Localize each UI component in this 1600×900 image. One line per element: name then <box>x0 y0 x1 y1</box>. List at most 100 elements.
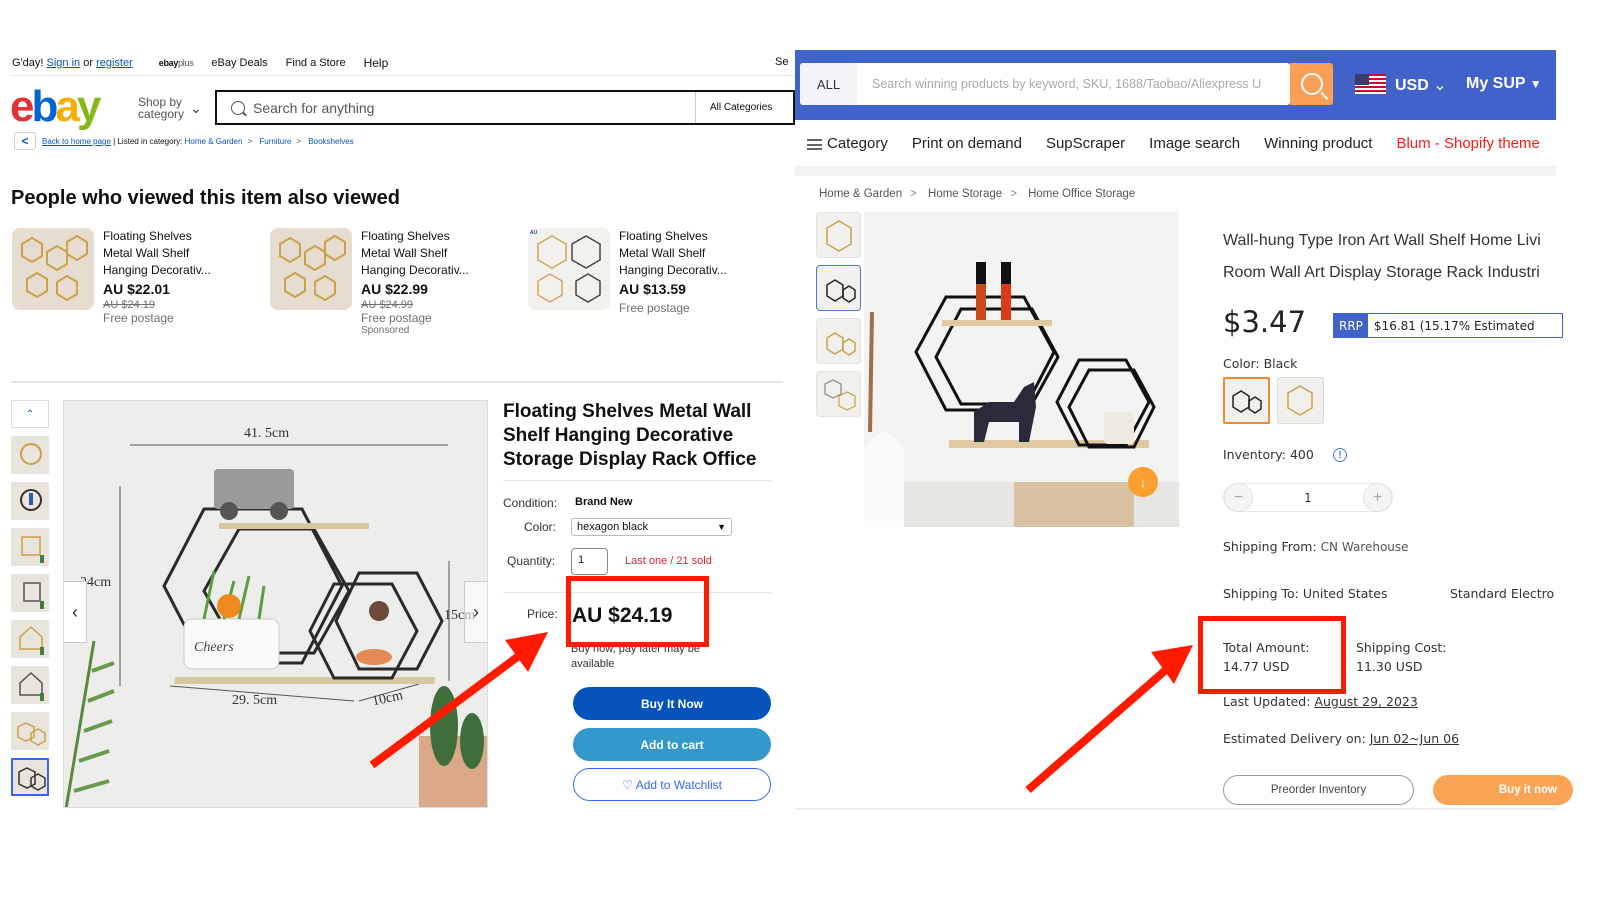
currency-select[interactable]: USD ⌄ <box>1395 75 1447 95</box>
item-original-price: AU $24.99 <box>361 299 413 311</box>
caret-down-icon: ▼ <box>1529 77 1542 91</box>
us-flag-icon[interactable] <box>1355 74 1386 94</box>
supplier-search-input[interactable]: Search winning products by keyword, SKU,… <box>857 63 1290 105</box>
add-to-cart-button[interactable]: Add to cart <box>573 728 771 761</box>
item-title-line[interactable]: Floating Shelves <box>103 228 253 245</box>
shop-by-category-button[interactable]: Shop by category <box>138 96 184 120</box>
color-select-value: hexagon black <box>577 521 648 533</box>
ebay-plus-a: ebay <box>158 58 179 68</box>
product-main-image[interactable]: Cheers 41. 5cm 24cm 15cm 29. 5cm 10cm ‹ … <box>63 400 488 808</box>
item-title-line[interactable]: Hanging Decorativ... <box>103 262 253 279</box>
hexagon-shelf-photo: Cheers 41. 5cm 24cm 15cm 29. 5cm 10cm <box>64 401 487 807</box>
back-button[interactable]: < <box>14 132 36 150</box>
info-icon[interactable]: ! <box>1333 448 1347 462</box>
gallery-thumbnail-selected[interactable] <box>816 265 861 311</box>
item-title-line[interactable]: Metal Wall Shelf <box>361 245 511 262</box>
item-original-price: AU $24.19 <box>103 299 155 311</box>
color-label: Color: Black <box>1223 356 1298 371</box>
thumbnail-image <box>826 220 852 252</box>
chevron-right-icon: > <box>296 137 302 146</box>
preorder-inventory-button[interactable]: Preorder Inventory <box>1223 775 1414 805</box>
gallery-thumbnail[interactable] <box>816 371 861 417</box>
sign-in-link[interactable]: Sign in <box>47 57 81 69</box>
ebay-logo[interactable]: ebay <box>10 84 101 130</box>
breadcrumb-item[interactable]: Home & Garden <box>819 188 902 200</box>
buy-it-now-button[interactable]: Buy It Now <box>573 687 771 720</box>
hexagon-shelves-image <box>270 228 352 310</box>
nav-supscraper[interactable]: SupScraper <box>1046 135 1125 152</box>
register-link[interactable]: register <box>96 57 133 69</box>
recommended-item-image[interactable]: AU <box>528 228 610 310</box>
search-input[interactable]: Search for anything <box>253 100 695 116</box>
nav-label: Category <box>827 135 888 152</box>
quantity-stepper: − 1 + <box>1223 483 1393 512</box>
buy-it-now-button[interactable]: Buy it now <box>1433 775 1573 805</box>
gallery-thumbnail[interactable] <box>11 574 49 612</box>
sell-link-cut[interactable]: Se <box>775 56 788 68</box>
breadcrumb-item[interactable]: Furniture <box>259 137 291 146</box>
gallery-thumbnail[interactable] <box>11 436 49 474</box>
sponsored-label: Sponsored <box>361 325 410 336</box>
chevron-down-icon[interactable]: ⌄ <box>190 100 202 117</box>
item-title-line[interactable]: Hanging Decorativ... <box>619 262 769 279</box>
category-select[interactable]: All Categories <box>695 92 793 123</box>
gallery-thumbnail[interactable] <box>11 528 49 566</box>
gallery-thumbnail[interactable] <box>11 620 49 658</box>
account-menu[interactable]: My SUP ▼ <box>1466 75 1542 93</box>
breadcrumb-item[interactable]: Home & Garden <box>185 137 243 146</box>
gallery-thumbnail[interactable] <box>11 482 49 520</box>
ebay-plus-link[interactable]: ebayplus <box>159 58 194 68</box>
chevron-right-icon: > <box>910 188 917 200</box>
search-scope-select[interactable]: ALL <box>800 63 857 105</box>
scroll-up-button[interactable]: ⌃ <box>11 400 49 428</box>
supplier-search-button[interactable] <box>1290 63 1333 105</box>
back-to-home-link[interactable]: Back to home page <box>42 137 111 146</box>
svg-text:AU: AU <box>530 230 538 236</box>
item-title-line[interactable]: Metal Wall Shelf <box>103 245 253 262</box>
item-title-line[interactable]: Floating Shelves <box>619 228 769 245</box>
breadcrumb-item[interactable]: Home Storage <box>928 188 1002 200</box>
item-title-line[interactable]: Hanging Decorativ... <box>361 262 511 279</box>
decrement-button[interactable]: − <box>1224 483 1253 512</box>
color-select[interactable]: hexagon black ▼ <box>571 518 732 536</box>
nav-category[interactable]: Category <box>807 135 888 152</box>
quantity-input[interactable]: 1 <box>571 548 608 575</box>
breadcrumb-item[interactable]: Bookshelves <box>308 137 353 146</box>
increment-button[interactable]: + <box>1362 483 1392 512</box>
color-swatch-gold[interactable] <box>1277 377 1324 424</box>
gallery-thumbnail[interactable] <box>11 666 49 704</box>
recommended-item-image[interactable] <box>270 228 352 310</box>
previous-image-button[interactable]: ‹ <box>64 581 87 643</box>
download-icon[interactable]: ↓ <box>1128 467 1158 497</box>
recommended-item-image[interactable] <box>12 228 94 310</box>
next-image-button[interactable]: › <box>464 581 487 643</box>
thumbnail-image <box>824 379 856 411</box>
shipping-cost: Shipping Cost: 11.30 USD <box>1356 638 1447 676</box>
item-title-line[interactable]: Metal Wall Shelf <box>619 245 769 262</box>
shipping-method[interactable]: Standard Electro <box>1450 586 1554 601</box>
last-updated-value: August 29, 2023 <box>1314 694 1418 709</box>
item-postage: Free postage <box>361 311 432 325</box>
gallery-thumbnail[interactable] <box>816 212 861 258</box>
nav-blum-theme[interactable]: Blum - Shopify theme <box>1396 135 1539 152</box>
shipping-to[interactable]: Shipping To: United States <box>1223 586 1388 601</box>
swatch-image <box>1287 385 1313 416</box>
gallery-thumbnail-selected[interactable] <box>11 758 49 796</box>
item-title-line[interactable]: Floating Shelves <box>361 228 511 245</box>
breadcrumb-item[interactable]: Home Office Storage <box>1028 188 1135 200</box>
thumbnail-strip: ⌃ <box>11 400 49 796</box>
nav-image-search[interactable]: Image search <box>1149 135 1240 152</box>
nav-winning-product[interactable]: Winning product <box>1264 135 1372 152</box>
search-icon <box>1300 73 1323 95</box>
gallery-thumbnail[interactable] <box>11 712 49 750</box>
find-store-link[interactable]: Find a Store <box>286 57 346 69</box>
quantity-value[interactable]: 1 <box>1304 491 1312 505</box>
nav-print-on-demand[interactable]: Print on demand <box>912 135 1022 152</box>
divider <box>795 808 1556 810</box>
help-link[interactable]: Help <box>364 56 389 70</box>
color-swatch-black[interactable] <box>1223 377 1270 424</box>
add-to-watchlist-button[interactable]: ♡ Add to Watchlist <box>573 768 771 801</box>
gallery-thumbnail[interactable] <box>816 318 861 364</box>
ebay-deals-link[interactable]: eBay Deals <box>211 57 267 69</box>
item-postage: Free postage <box>103 311 174 325</box>
